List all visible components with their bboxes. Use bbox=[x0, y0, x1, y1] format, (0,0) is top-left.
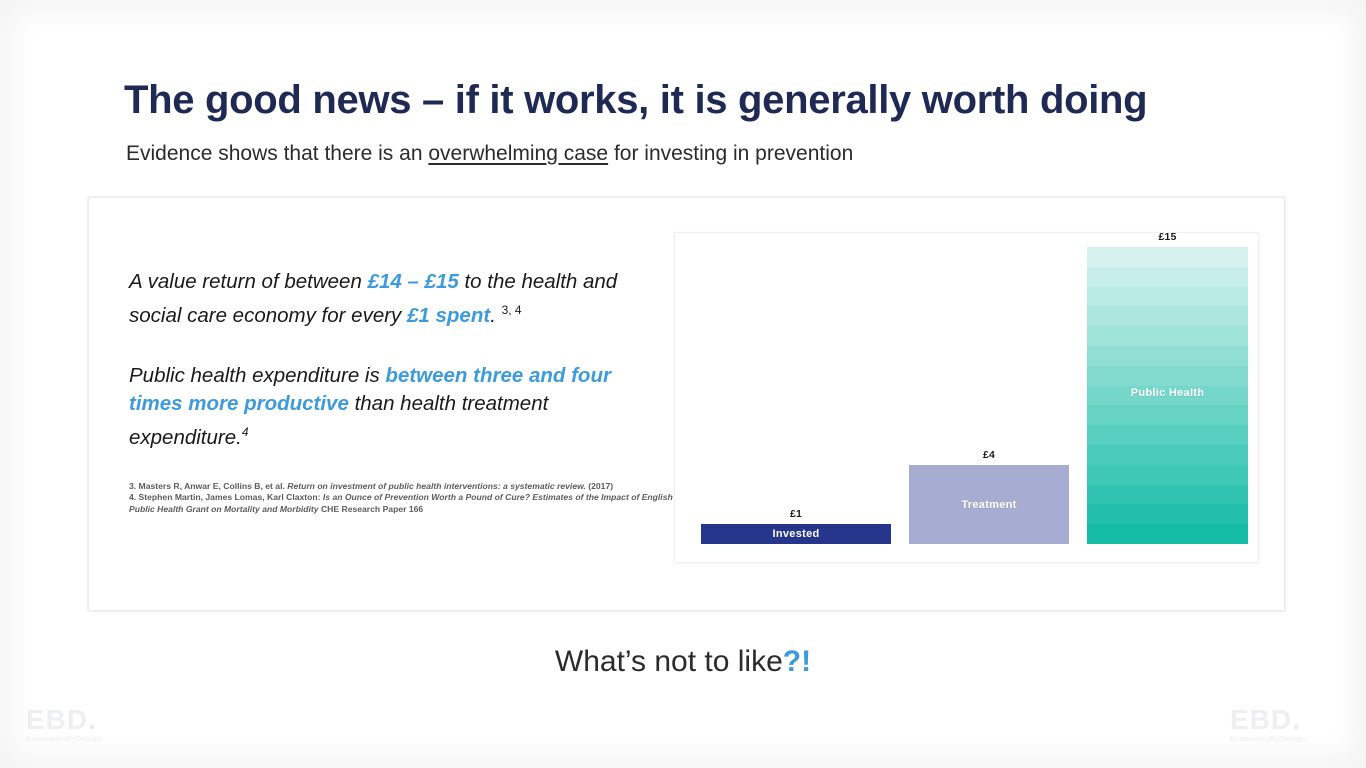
bar-band bbox=[1087, 247, 1248, 267]
footnote-title: Return on investment of public health in… bbox=[287, 481, 586, 491]
footnote-item: 4. Stephen Martin, James Lomas, Karl Cla… bbox=[129, 492, 674, 515]
bar-category-label: Invested bbox=[772, 528, 820, 541]
bar-value-label: £4 bbox=[982, 448, 996, 461]
subtitle-text-after: for investing in prevention bbox=[608, 142, 854, 165]
bar-band bbox=[1087, 326, 1248, 347]
logo-mark: EBD. bbox=[1230, 706, 1340, 734]
bar-band bbox=[1087, 365, 1248, 386]
chart-panel: £1 Invested £4 Treatment £15 Public Health bbox=[674, 231, 1259, 563]
footnote-prefix: 4. Stephen Martin, James Lomas, Karl Cla… bbox=[129, 492, 323, 503]
bar-value-label: £15 bbox=[1158, 231, 1177, 243]
logo-dot: . bbox=[88, 704, 97, 735]
roi-text-3: . bbox=[490, 303, 496, 327]
bar-band bbox=[1087, 405, 1248, 426]
bar-band bbox=[1087, 504, 1248, 525]
bar-rect: Public Health bbox=[1087, 247, 1248, 544]
closing-accent: ?! bbox=[782, 645, 812, 678]
bar-group-treatment: £4 Treatment bbox=[909, 449, 1069, 544]
logo-dot: . bbox=[1292, 704, 1301, 735]
footnote-prefix: 3. Masters R, Anwar E, Collins B, et al. bbox=[129, 481, 288, 491]
footnotes: 3. Masters R, Anwar E, Collins B, et al.… bbox=[129, 481, 674, 515]
slide-root: The good news – if it works, it is gener… bbox=[0, 0, 1366, 768]
logo-tagline: EconomicsByDesign bbox=[1230, 734, 1306, 743]
roi-highlight-range: £14 – £15 bbox=[367, 270, 459, 293]
bar-band bbox=[1087, 266, 1248, 287]
page-title: The good news – if it works, it is gener… bbox=[124, 78, 1148, 122]
bar-band bbox=[1087, 524, 1248, 544]
logo-watermark-left: EBD. EconomicsByDesign bbox=[26, 706, 136, 744]
bar-group-public-health: £15 Public Health bbox=[1087, 231, 1248, 544]
closing-text: What’s not to like bbox=[554, 645, 783, 678]
bar-band bbox=[1087, 445, 1248, 465]
bar-value-label: £1 bbox=[789, 508, 803, 521]
logo-mark-text: EBD bbox=[26, 704, 89, 735]
stat-paragraph-productivity: Public health expenditure is between thr… bbox=[129, 362, 669, 452]
footnote-suffix: CHE Research Paper 166 bbox=[318, 503, 424, 514]
bar-rect: Invested bbox=[701, 524, 891, 544]
subtitle-text-before: Evidence shows that there is an bbox=[126, 142, 429, 165]
subtitle-underlined-phrase: overwhelming case bbox=[428, 142, 609, 165]
bar-band bbox=[1087, 464, 1248, 485]
bar-band bbox=[1087, 484, 1248, 505]
bar-category-label: Public Health bbox=[1130, 387, 1205, 399]
logo-tagline: EconomicsByDesign bbox=[26, 734, 102, 743]
bar-band bbox=[1087, 306, 1248, 327]
logo-mark: EBD. bbox=[26, 706, 136, 734]
roi-footnote-marker: 3, 4 bbox=[501, 303, 522, 317]
bar-band bbox=[1087, 346, 1248, 366]
bar-band bbox=[1087, 425, 1248, 446]
footnote-suffix: (2017) bbox=[585, 481, 614, 491]
page-subtitle: Evidence shows that there is an overwhel… bbox=[126, 139, 1246, 169]
prod-text-1: Public health expenditure is bbox=[129, 363, 386, 387]
closing-line: What’s not to like?! bbox=[0, 645, 1366, 679]
content-card: A value return of between £14 – £15 to t… bbox=[88, 197, 1285, 611]
bar-group-invested: £1 Invested bbox=[701, 508, 891, 544]
footnote-item: 3. Masters R, Anwar E, Collins B, et al.… bbox=[129, 481, 674, 492]
roi-text-1: A value return of between bbox=[129, 270, 368, 293]
bar-category-label: Treatment bbox=[961, 498, 1017, 511]
logo-mark-text: EBD bbox=[1230, 704, 1293, 735]
prod-footnote-marker: 4 bbox=[241, 424, 249, 439]
logo-watermark-right: EBD. EconomicsByDesign bbox=[1230, 706, 1340, 744]
bar-rect: Treatment bbox=[909, 464, 1069, 544]
left-text-column: A value return of between £14 – £15 to t… bbox=[129, 268, 669, 452]
bar-band bbox=[1087, 286, 1248, 307]
stat-paragraph-roi: A value return of between £14 – £15 to t… bbox=[129, 268, 669, 330]
roi-highlight-spend: £1 spent bbox=[407, 303, 491, 327]
chart-plot-area: £1 Invested £4 Treatment £15 Public Health bbox=[701, 231, 1248, 544]
